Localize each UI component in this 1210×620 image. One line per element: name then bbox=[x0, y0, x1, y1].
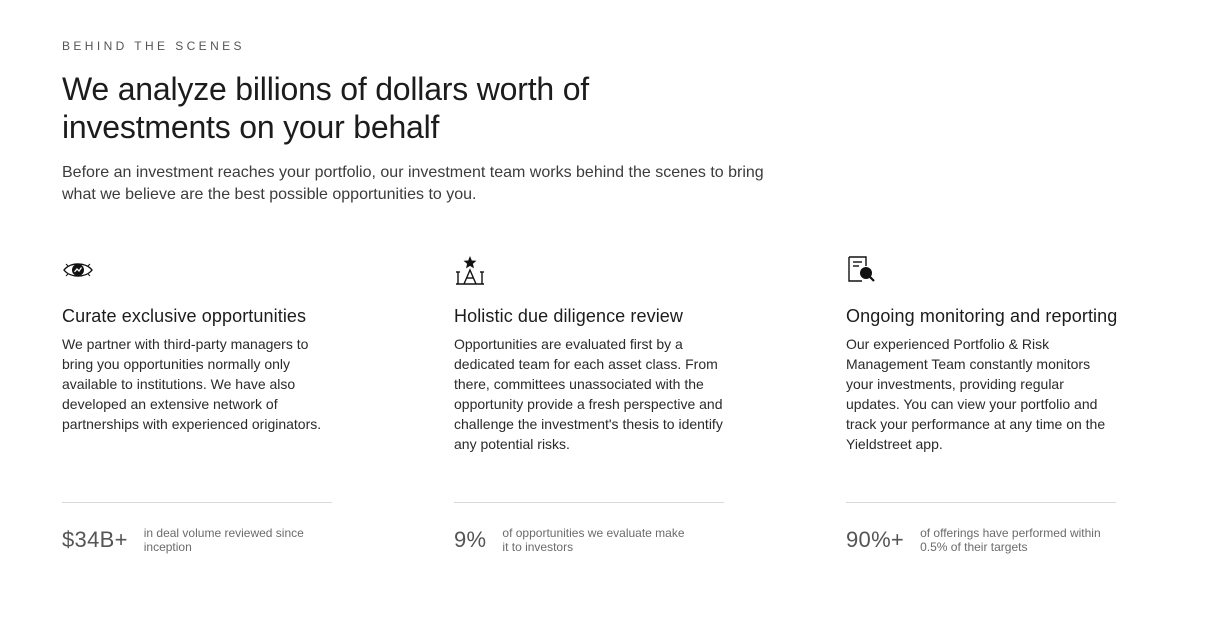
stat-label: of offerings have performed within 0.5% … bbox=[920, 526, 1101, 554]
card-body: Our experienced Portfolio & Risk Managem… bbox=[846, 336, 1106, 452]
card-title: Holistic due diligence review bbox=[454, 306, 684, 326]
star-arch-icon bbox=[454, 254, 726, 286]
stat-value: 9% bbox=[454, 527, 487, 552]
section-eyebrow: BEHIND THE SCENES bbox=[62, 39, 245, 53]
document-magnifier-icon bbox=[846, 254, 1118, 286]
card-body: We partner with third-party managers to … bbox=[62, 336, 322, 432]
feature-card-diligence: Holistic due diligence review Opportunit… bbox=[454, 254, 726, 454]
divider bbox=[846, 502, 1116, 503]
card-body: Opportunities are evaluated first by a d… bbox=[454, 336, 723, 452]
divider bbox=[454, 502, 724, 503]
eye-chart-icon bbox=[62, 254, 334, 286]
stat-value: 90%+ bbox=[846, 527, 905, 552]
feature-card-curate: Curate exclusive opportunities We partne… bbox=[62, 254, 334, 434]
stat-performance: 90%+ of offerings have performed within … bbox=[846, 526, 1126, 554]
stat-deal-volume: $34B+ in deal volume reviewed since ince… bbox=[62, 526, 342, 554]
stat-label: of opportunities we evaluate make it to … bbox=[502, 526, 685, 554]
divider bbox=[62, 502, 332, 503]
stat-label: in deal volume reviewed since inception bbox=[143, 526, 304, 554]
stat-acceptance-rate: 9% of opportunities we evaluate make it … bbox=[454, 526, 734, 554]
section-lede: Before an investment reaches your portfo… bbox=[62, 164, 764, 203]
feature-card-monitoring: Ongoing monitoring and reporting Our exp… bbox=[846, 254, 1118, 454]
card-title: Curate exclusive opportunities bbox=[62, 306, 307, 326]
card-title: Ongoing monitoring and reporting bbox=[846, 306, 1118, 326]
stat-value: $34B+ bbox=[62, 527, 128, 552]
section-headline: We analyze billions of dollars worth of … bbox=[62, 71, 589, 145]
